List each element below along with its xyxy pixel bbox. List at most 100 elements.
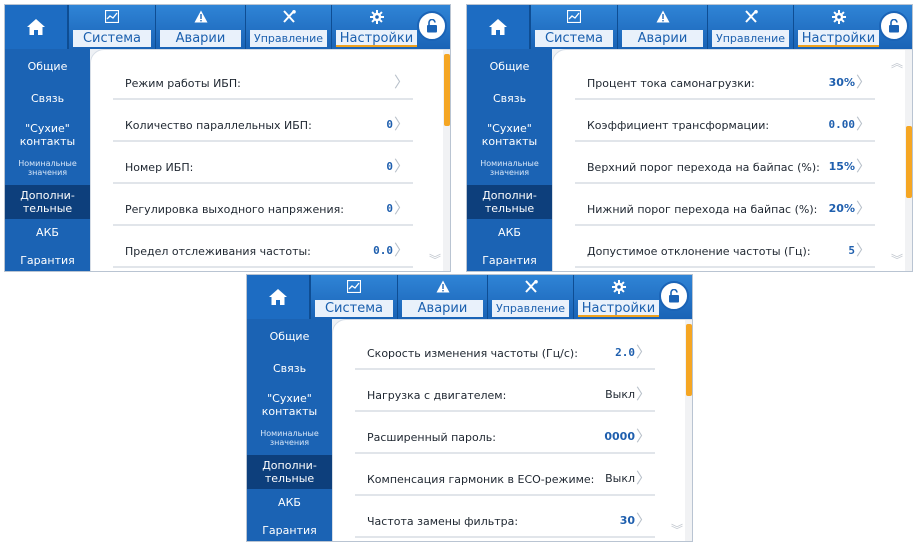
tab-settings[interactable]: Настройки bbox=[573, 275, 663, 319]
sidebar-item-advanced[interactable]: Дополни-тельные bbox=[5, 185, 90, 219]
tab-alarms[interactable]: Аварии bbox=[617, 5, 707, 49]
lock-button[interactable] bbox=[879, 11, 909, 41]
chevron-right-icon: 〉 bbox=[635, 469, 651, 487]
tools-icon bbox=[282, 10, 296, 23]
tab-system[interactable]: Система bbox=[310, 275, 397, 319]
setting-row[interactable]: Процент тока самонагрузки: 30% 〉 bbox=[575, 66, 875, 100]
setting-value: 0000 bbox=[604, 430, 635, 443]
setting-row[interactable]: Номер ИБП: 0 〉 bbox=[113, 150, 413, 184]
tab-system[interactable]: Система bbox=[530, 5, 617, 49]
scroll-thumb[interactable] bbox=[686, 324, 692, 396]
sidebar-item-battery[interactable]: АКБ bbox=[5, 221, 90, 243]
sidebar-item-battery[interactable]: АКБ bbox=[467, 221, 552, 243]
scroll-thumb[interactable] bbox=[444, 54, 450, 126]
gear-icon bbox=[611, 280, 626, 294]
sidebar-item-dry-contacts[interactable]: "Сухие" контакты bbox=[467, 119, 552, 151]
setting-row[interactable]: Коэффициент трансформации: 0.00 〉 bbox=[575, 108, 875, 142]
sidebar-item-communication[interactable]: Связь bbox=[467, 85, 552, 111]
double-chevron-down-icon[interactable]: ︾ bbox=[891, 251, 903, 268]
setting-label: Скорость изменения частоты (Гц/с): bbox=[367, 347, 578, 360]
sidebar-item-rated-values[interactable]: Номинальные значения bbox=[467, 155, 552, 181]
sidebar-item-dry-contacts[interactable]: "Сухие" контакты bbox=[247, 389, 332, 421]
scrollbar[interactable] bbox=[905, 50, 912, 271]
tab-system[interactable]: Система bbox=[68, 5, 155, 49]
double-chevron-up-icon[interactable]: ︽ bbox=[891, 54, 903, 71]
sidebar-item-rated-values[interactable]: Номинальные значения bbox=[247, 425, 332, 451]
chevron-right-icon: 〉 bbox=[393, 115, 409, 133]
sidebar-item-communication[interactable]: Связь bbox=[247, 355, 332, 381]
sidebar-item-label: Связь bbox=[492, 91, 527, 105]
setting-row[interactable]: Верхний порог перехода на байпас (%): 15… bbox=[575, 150, 875, 184]
sidebar-item-label: Связь bbox=[30, 91, 65, 105]
tab-settings[interactable]: Настройки bbox=[331, 5, 421, 49]
setting-label: Режим работы ИБП: bbox=[125, 77, 241, 90]
tools-icon bbox=[524, 280, 538, 293]
sidebar-item-label: Гарантия bbox=[20, 253, 75, 267]
tab-settings[interactable]: Настройки bbox=[793, 5, 883, 49]
tab-alarms[interactable]: Аварии bbox=[155, 5, 245, 49]
sidebar-item-label: Общие bbox=[27, 59, 68, 73]
sidebar-item-general[interactable]: Общие bbox=[467, 53, 552, 79]
sidebar-item-dry-contacts[interactable]: "Сухие" контакты bbox=[5, 119, 90, 151]
tab-control[interactable]: Управление bbox=[487, 275, 573, 319]
scroll-thumb[interactable] bbox=[906, 126, 912, 198]
setting-row[interactable]: Частота замены фильтра: 30 〉 bbox=[355, 504, 655, 538]
sidebar-item-warranty[interactable]: Гарантия bbox=[247, 519, 332, 541]
sidebar-item-warranty[interactable]: Гарантия bbox=[467, 249, 552, 271]
tab-label: Настройки bbox=[336, 30, 417, 47]
home-button[interactable] bbox=[467, 5, 530, 49]
sidebar-item-communication[interactable]: Связь bbox=[5, 85, 90, 111]
setting-row[interactable]: Нагрузка с двигателем: Выкл 〉 bbox=[355, 378, 655, 412]
sidebar-item-label: Гарантия bbox=[482, 253, 537, 267]
lock-button[interactable] bbox=[659, 281, 689, 311]
sidebar-item-label: тельные bbox=[22, 202, 73, 215]
sidebar-item-label: "Сухие" bbox=[25, 122, 70, 135]
setting-row[interactable]: Количество параллельных ИБП: 0 〉 bbox=[113, 108, 413, 142]
sidebar-item-label: АКБ bbox=[498, 225, 521, 239]
chevron-right-icon: 〉 bbox=[393, 157, 409, 175]
setting-value: 0 bbox=[386, 160, 393, 173]
chevron-right-icon: 〉 bbox=[855, 241, 871, 259]
setting-value: 30 bbox=[619, 514, 635, 527]
setting-label: Верхний порог перехода на байпас (%): bbox=[587, 161, 820, 174]
setting-row[interactable]: Предел отслеживания частоты: 0.0 〉 bbox=[113, 234, 413, 268]
chevron-right-icon: 〉 bbox=[635, 385, 651, 403]
tab-control[interactable]: Управление bbox=[245, 5, 331, 49]
setting-value: 5 bbox=[848, 244, 855, 257]
setting-row[interactable]: Скорость изменения частоты (Гц/с): 2.0 〉 bbox=[355, 336, 655, 370]
sidebar-item-warranty[interactable]: Гарантия bbox=[5, 249, 90, 271]
sidebar-item-advanced[interactable]: Дополни-тельные bbox=[247, 455, 332, 489]
sidebar-item-label: Гарантия bbox=[262, 523, 317, 537]
tab-label: Управление bbox=[712, 30, 789, 47]
double-chevron-down-icon[interactable]: ︾ bbox=[429, 251, 441, 268]
sidebar-item-label: контакты bbox=[261, 405, 318, 418]
tab-label: Система bbox=[315, 300, 393, 317]
setting-label: Расширенный пароль: bbox=[367, 431, 496, 444]
setting-row[interactable]: Регулировка выходного напряжения: 0 〉 bbox=[113, 192, 413, 226]
warning-icon bbox=[194, 10, 207, 23]
lock-button[interactable] bbox=[417, 11, 447, 41]
tab-control[interactable]: Управление bbox=[707, 5, 793, 49]
scrollbar[interactable] bbox=[443, 50, 450, 271]
sidebar-item-advanced[interactable]: Дополни-тельные bbox=[467, 185, 552, 219]
setting-row[interactable]: Допустимое отклонение частоты (Гц): 5 〉 bbox=[575, 234, 875, 268]
sidebar-item-label: контакты bbox=[19, 135, 76, 148]
home-button[interactable] bbox=[247, 275, 310, 319]
sidebar-item-rated-values[interactable]: Номинальные значения bbox=[5, 155, 90, 181]
sidebar-item-label: значения bbox=[269, 438, 310, 447]
setting-row[interactable]: Нижний порог перехода на байпас (%): 20%… bbox=[575, 192, 875, 226]
setting-row[interactable]: Режим работы ИБП: 〉 bbox=[113, 66, 413, 100]
scrollbar[interactable] bbox=[685, 320, 692, 541]
sidebar-item-general[interactable]: Общие bbox=[5, 53, 90, 79]
setting-row[interactable]: Расширенный пароль: 0000 〉 bbox=[355, 420, 655, 454]
home-button[interactable] bbox=[5, 5, 68, 49]
sidebar-item-label: Дополни- bbox=[482, 189, 537, 202]
double-chevron-down-icon[interactable]: ︾ bbox=[671, 521, 683, 538]
setting-label: Компенсация гармоник в ЕСО-режиме: bbox=[367, 473, 595, 486]
sidebar-item-battery[interactable]: АКБ bbox=[247, 491, 332, 513]
settings-sidebar: Общие Связь "Сухие" контакты Номинальные з… bbox=[5, 49, 90, 271]
sidebar-item-general[interactable]: Общие bbox=[247, 323, 332, 349]
setting-row[interactable]: Компенсация гармоник в ЕСО-режиме: Выкл … bbox=[355, 462, 655, 496]
tab-alarms[interactable]: Аварии bbox=[397, 275, 487, 319]
settings-sidebar: Общие Связь "Сухие" контакты Номинальные з… bbox=[247, 319, 332, 541]
